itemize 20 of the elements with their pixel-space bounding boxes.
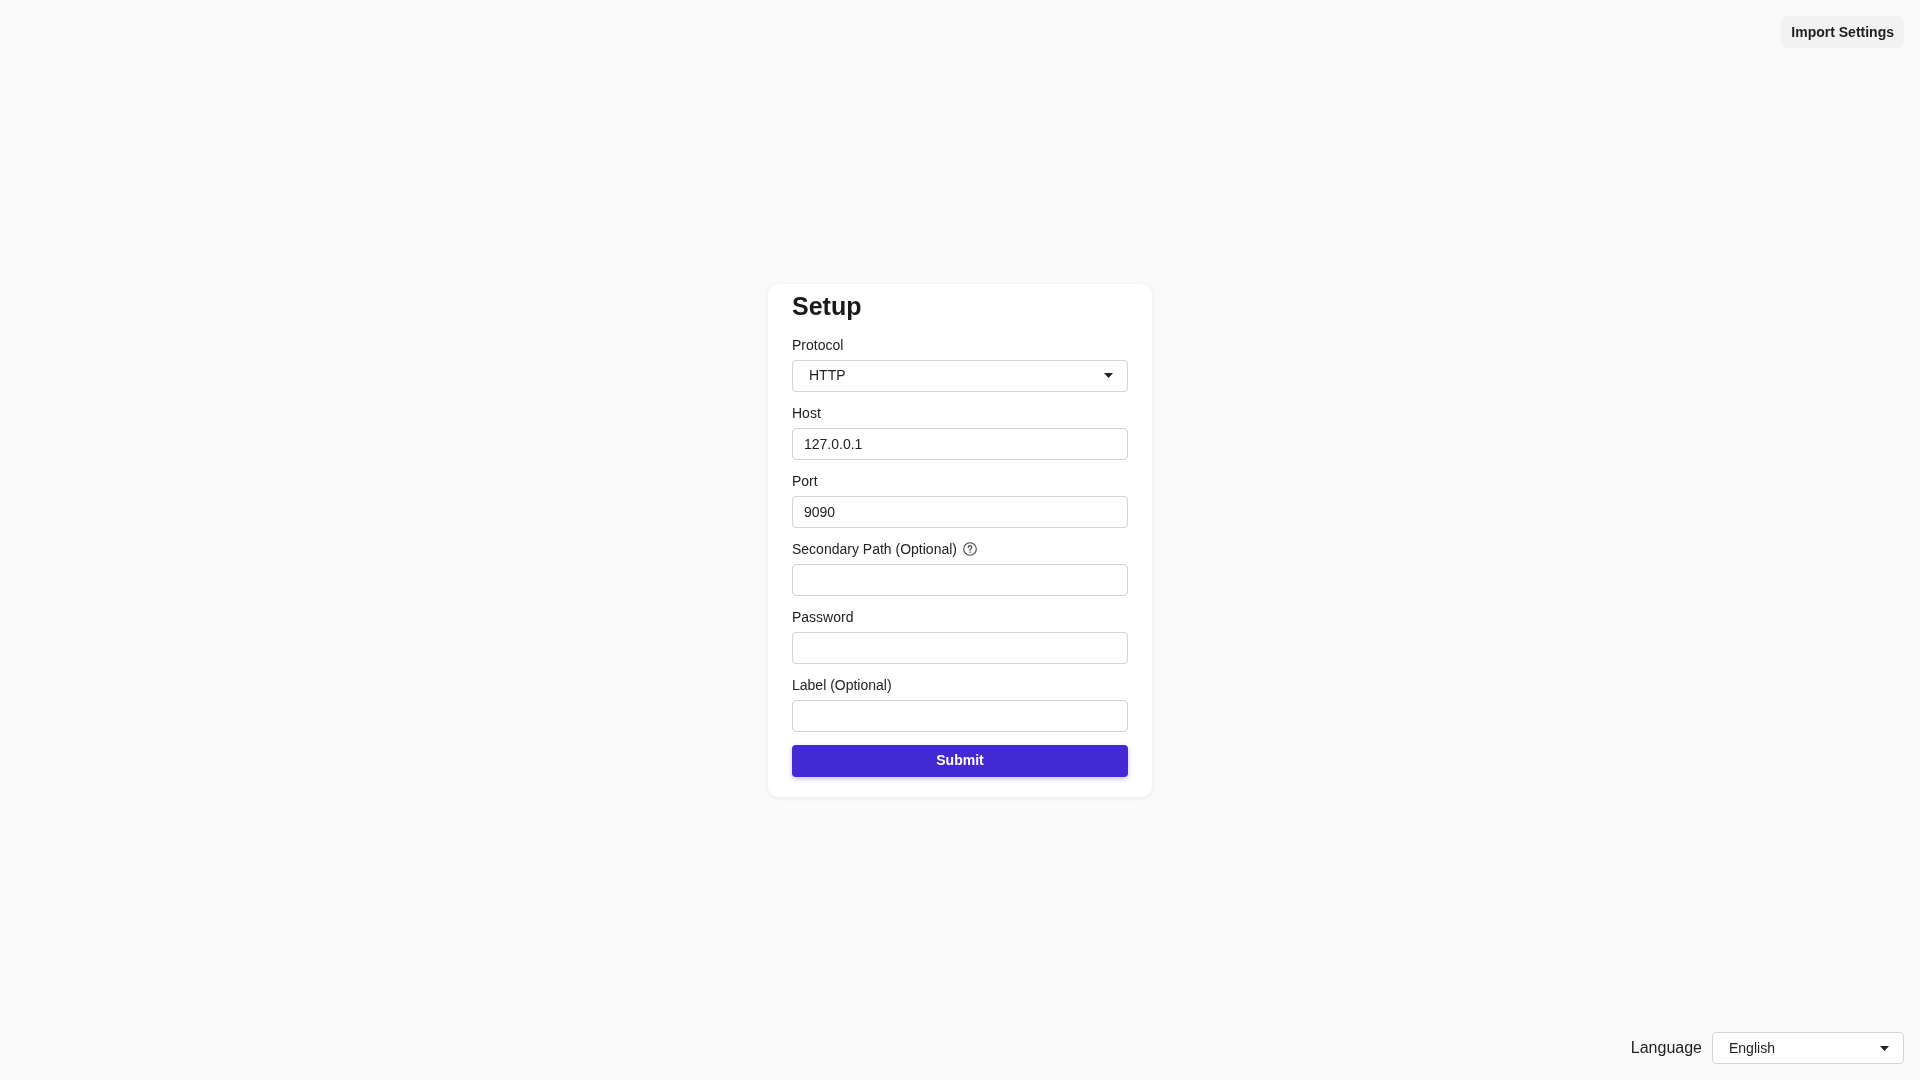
- text-field[interactable]: 127.0.0.1: [792, 427, 1128, 460]
- field-label: Port: [792, 471, 818, 491]
- password-field[interactable]: [792, 631, 1128, 664]
- submit-button[interactable]: Submit: [792, 744, 1128, 777]
- caret-icon: [1104, 373, 1113, 378]
- field-label: Protocol: [792, 335, 844, 355]
- field-label: Label (Optional): [792, 675, 892, 695]
- form-title: Setup: [792, 290, 863, 321]
- caret-icon: [1880, 1045, 1889, 1051]
- field-label: Secondary Path (Optional): [792, 539, 957, 559]
- select-field[interactable]: HTTP: [792, 359, 1128, 392]
- field-label: Host: [792, 403, 821, 423]
- text-field[interactable]: [792, 563, 1128, 596]
- language-label: Language: [1630, 1038, 1702, 1058]
- text-field[interactable]: [792, 699, 1128, 732]
- text-field[interactable]: 9090: [792, 495, 1128, 528]
- field-label: Password: [792, 607, 854, 627]
- language-select[interactable]: English: [1712, 1032, 1904, 1064]
- help-icon[interactable]: [963, 541, 977, 556]
- import-settings-button[interactable]: Import Settings: [1781, 16, 1904, 48]
